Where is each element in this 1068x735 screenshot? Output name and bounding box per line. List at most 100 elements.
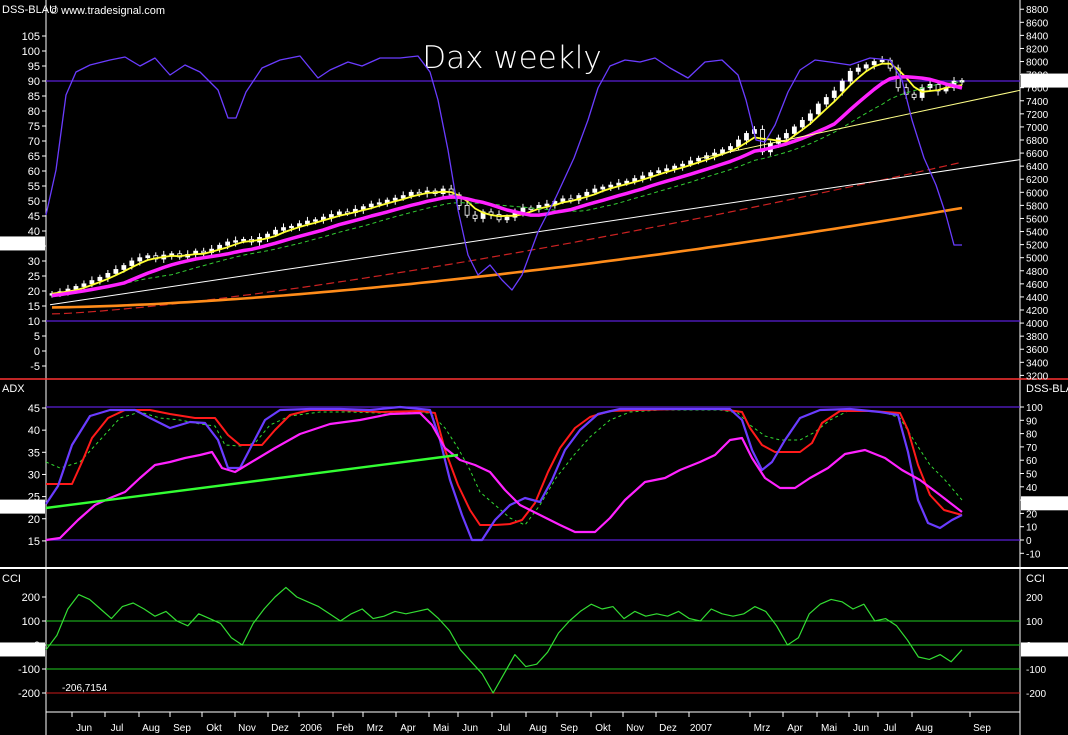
price-tick-label: 6400 xyxy=(1026,162,1049,173)
candle xyxy=(720,149,725,154)
candle xyxy=(728,146,733,151)
cci-right-title: CCI xyxy=(1026,573,1045,585)
candle xyxy=(241,238,246,242)
month-label: Aug xyxy=(142,723,160,734)
month-label: 2007 xyxy=(690,723,713,734)
candle xyxy=(73,286,79,290)
dss-tick-label: 60 xyxy=(1026,456,1038,467)
candle xyxy=(313,219,318,222)
candle xyxy=(847,70,853,82)
cci-title: CCI xyxy=(2,573,21,585)
chart-canvas[interactable]: DSS-BLAU© www.tradesignal.comDax weekly8… xyxy=(0,0,1068,735)
dss-value-label: 27,5927 xyxy=(1024,499,1061,510)
candle xyxy=(305,220,310,225)
dss-tick-label: 0 xyxy=(1026,536,1032,547)
cci-right-tick-label: 200 xyxy=(1026,593,1043,604)
chart-title: Dax weekly xyxy=(422,40,601,76)
adx-tick-label: 40 xyxy=(28,425,40,437)
osc-tick-label: 105 xyxy=(22,31,40,43)
cci-line xyxy=(45,586,963,694)
candle xyxy=(368,203,374,208)
candle xyxy=(129,260,135,266)
candle xyxy=(201,250,207,254)
month-label: Jul xyxy=(884,723,897,734)
candle xyxy=(855,67,861,72)
month-label: Mai xyxy=(433,723,449,734)
candle xyxy=(105,272,111,278)
osc-tick-label: 95 xyxy=(28,61,40,73)
osc-tick-label: 70 xyxy=(28,136,40,148)
candle xyxy=(464,204,470,216)
candle xyxy=(273,229,278,235)
month-label: Apr xyxy=(400,723,416,734)
candle xyxy=(121,265,127,270)
candle xyxy=(680,163,686,167)
month-label: 2006 xyxy=(300,723,323,734)
month-label: Nov xyxy=(238,723,256,734)
candle xyxy=(911,93,917,98)
adx-tick-label: 45 xyxy=(28,403,40,415)
candle xyxy=(664,168,670,172)
month-label: Dez xyxy=(271,723,289,734)
adx-title: ADX xyxy=(2,383,25,395)
cci-right-tick-label: 100 xyxy=(1026,617,1043,628)
dss-tick-label: -10 xyxy=(1026,549,1041,560)
price-tick-label: 4800 xyxy=(1026,267,1049,278)
candle xyxy=(97,276,103,281)
trendline-white xyxy=(49,159,1021,306)
candle xyxy=(89,280,95,285)
candle xyxy=(608,184,614,188)
candle xyxy=(839,80,845,92)
cci-right-value-label: -18,6428 xyxy=(1024,645,1064,656)
month-label: Aug xyxy=(529,723,547,734)
dss-tick-label: 100 xyxy=(1026,403,1043,414)
osc-tick-label: 50 xyxy=(28,196,40,208)
osc-tick-label: 85 xyxy=(28,91,40,103)
dss-right-title: DSS-BLAU xyxy=(1026,383,1068,395)
price-tick-label: 8600 xyxy=(1026,18,1049,29)
dss-tick-label: 90 xyxy=(1026,416,1038,427)
month-label: Sep xyxy=(973,723,991,734)
candle xyxy=(744,133,749,141)
dss-tick-label: 40 xyxy=(1026,483,1038,494)
cci-right-tick-label: -100 xyxy=(1026,665,1046,676)
price-tick-label: 3400 xyxy=(1026,358,1049,369)
cci-tick-label: -200 xyxy=(18,688,40,700)
cci-min-label: -206,7154 xyxy=(62,683,107,694)
month-label: Okt xyxy=(206,723,222,734)
price-tick-label: 3800 xyxy=(1026,332,1049,343)
candle xyxy=(799,119,805,128)
candle xyxy=(520,207,526,213)
month-label: Mai xyxy=(821,723,837,734)
month-label: Dez xyxy=(659,723,677,734)
candle xyxy=(328,214,334,218)
osc-tick-label: 90 xyxy=(28,76,40,88)
dss-tick-label: 70 xyxy=(1026,443,1038,454)
month-label: Jun xyxy=(462,723,478,734)
osc-tick-label: 10 xyxy=(28,316,40,328)
candle xyxy=(376,202,382,205)
candle xyxy=(656,170,662,174)
adx-tick-label: 15 xyxy=(28,536,40,548)
price-tick-label: 4400 xyxy=(1026,293,1049,304)
month-label: Feb xyxy=(336,723,354,734)
price-tick-label: 6200 xyxy=(1026,175,1049,186)
price-tick-label: 5200 xyxy=(1026,241,1049,252)
month-label: Jun xyxy=(853,723,869,734)
candle xyxy=(281,227,286,231)
candle xyxy=(137,257,143,262)
price-tick-label: 4000 xyxy=(1026,319,1049,330)
price-tick-label: 6600 xyxy=(1026,149,1049,160)
candle xyxy=(791,126,797,134)
candle xyxy=(807,113,813,121)
candle xyxy=(863,64,869,69)
adx-magenta-line xyxy=(45,411,963,542)
price-tick-label: 3600 xyxy=(1026,345,1049,356)
candle xyxy=(600,186,606,190)
osc-tick-label: -5 xyxy=(30,361,40,373)
dss-tick-label: 50 xyxy=(1026,470,1038,481)
instrument-label: DSS-BLAU xyxy=(2,4,57,16)
month-label: Aug xyxy=(915,723,933,734)
dss-tick-label: 80 xyxy=(1026,430,1038,441)
month-label: Mrz xyxy=(367,723,384,734)
